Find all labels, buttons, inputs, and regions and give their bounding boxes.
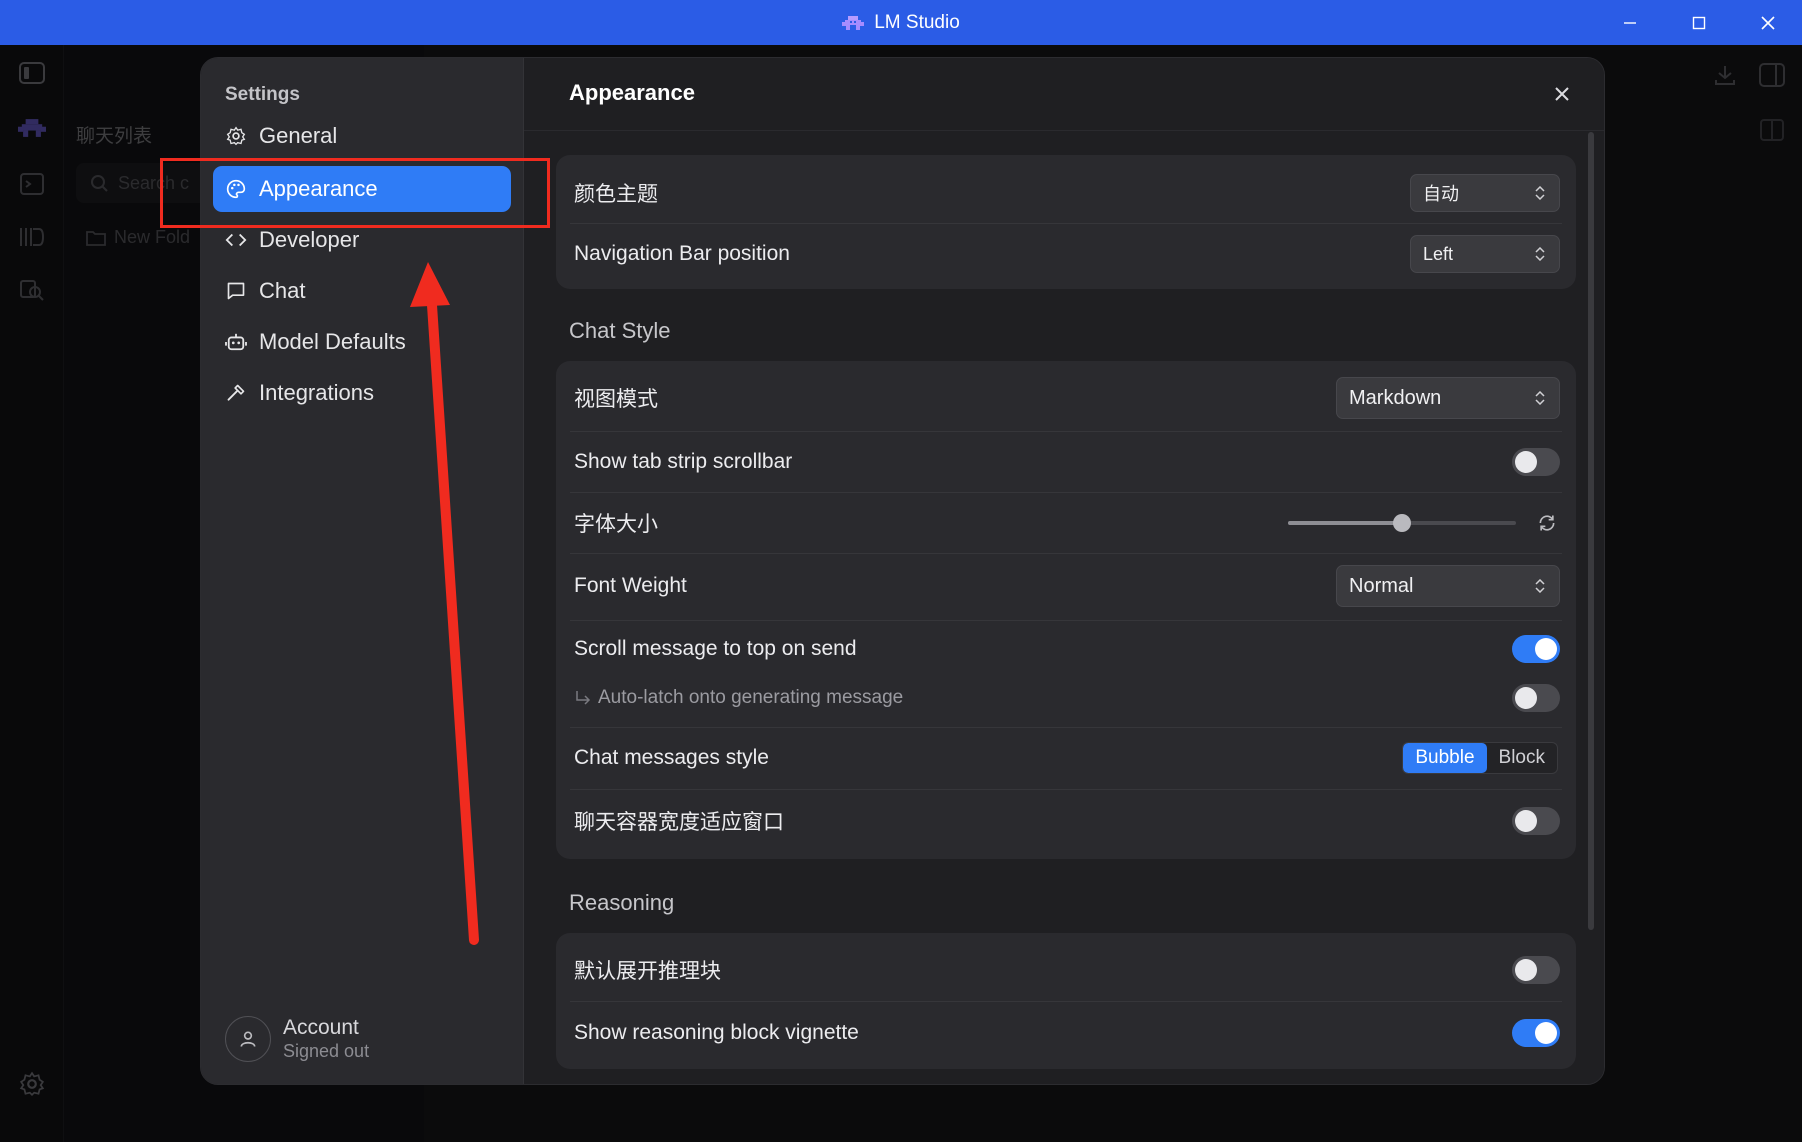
vignette-label: Show reasoning block vignette <box>574 1021 859 1044</box>
reasoning-card: 默认展开推理块 Show reasoning block vignette <box>556 933 1576 1069</box>
messages-style-segmented: Bubble Block <box>1402 742 1558 774</box>
nav-chat[interactable]: Chat <box>213 268 511 314</box>
maximize-button[interactable] <box>1664 0 1733 45</box>
nav-integrations-label: Integrations <box>259 380 374 405</box>
chevron-updown-icon <box>1535 186 1545 200</box>
auto-latch-toggle[interactable] <box>1512 684 1560 712</box>
robot-icon <box>225 331 247 353</box>
gear-icon <box>225 125 247 147</box>
minimize-icon <box>1623 21 1636 24</box>
app-title-text: LM Studio <box>874 11 960 33</box>
reset-icon <box>1539 515 1555 531</box>
nav-model-defaults-label: Model Defaults <box>259 329 406 354</box>
chevron-updown-icon <box>1535 391 1545 405</box>
reset-font-size-button[interactable] <box>1534 510 1560 536</box>
settings-title: Settings <box>225 84 300 105</box>
theme-card: 颜色主题 自动 Navigation Bar position Left <box>556 155 1576 289</box>
vignette-row: Show reasoning block vignette <box>556 1002 1576 1064</box>
account-button[interactable]: Account Signed out <box>225 1016 369 1062</box>
view-mode-select[interactable]: Markdown <box>1336 377 1560 419</box>
tab-strip-scrollbar-toggle[interactable] <box>1512 448 1560 476</box>
close-icon <box>1760 15 1775 30</box>
nav-bar-position-row: Navigation Bar position Left <box>556 224 1576 284</box>
scroll-to-top-row: Scroll message to top on send <box>556 621 1576 677</box>
scrollbar[interactable] <box>1588 132 1594 930</box>
nav-general[interactable]: General <box>213 113 511 159</box>
nav-chat-label: Chat <box>259 278 306 303</box>
font-size-row: 字体大小 <box>556 493 1576 553</box>
chat-bubble-icon <box>225 280 247 302</box>
user-icon <box>240 1031 256 1047</box>
chevron-updown-icon <box>1535 579 1545 593</box>
account-name: Account <box>283 1016 359 1039</box>
view-mode-row: 视图模式 Markdown <box>556 367 1576 429</box>
nav-bar-position-label: Navigation Bar position <box>574 242 790 265</box>
close-window-button[interactable] <box>1733 0 1802 45</box>
font-weight-value: Normal <box>1349 574 1414 597</box>
nav-model-defaults[interactable]: Model Defaults <box>213 319 511 365</box>
chevron-updown-icon <box>1535 247 1545 261</box>
nav-bar-position-select[interactable]: Left <box>1410 235 1560 273</box>
expand-reasoning-toggle[interactable] <box>1512 956 1560 984</box>
font-weight-label: Font Weight <box>574 574 687 597</box>
color-theme-label: 颜色主题 <box>574 183 658 206</box>
block-option[interactable]: Block <box>1487 743 1557 773</box>
vignette-toggle[interactable] <box>1512 1019 1560 1047</box>
panel-title: Appearance <box>569 80 695 105</box>
chat-style-heading: Chat Style <box>569 318 671 343</box>
auto-latch-label: Auto-latch onto generating message <box>598 687 904 708</box>
expand-reasoning-label: 默认展开推理块 <box>574 960 721 983</box>
minimize-button[interactable] <box>1595 0 1664 45</box>
color-theme-row: 颜色主题 自动 <box>556 163 1576 223</box>
auto-latch-row: Auto-latch onto generating message <box>556 675 1576 721</box>
font-size-label: 字体大小 <box>574 513 658 536</box>
window-title: LM Studio <box>842 12 960 34</box>
color-theme-value: 自动 <box>1423 184 1459 204</box>
close-icon <box>1555 87 1569 101</box>
scroll-to-top-label: Scroll message to top on send <box>574 637 857 660</box>
fit-width-row: 聊天容器宽度适应窗口 <box>556 790 1576 852</box>
annotation-highlight-box <box>160 158 550 228</box>
scroll-to-top-toggle[interactable] <box>1512 635 1560 663</box>
expand-reasoning-row: 默认展开推理块 <box>556 939 1576 1001</box>
account-status: Signed out <box>283 1041 370 1061</box>
view-mode-value: Markdown <box>1349 386 1442 409</box>
header-divider <box>524 130 1604 131</box>
font-weight-row: Font Weight Normal <box>556 554 1576 618</box>
tab-strip-scrollbar-row: Show tab strip scrollbar <box>556 432 1576 492</box>
messages-style-label: Chat messages style <box>574 746 769 769</box>
lm-studio-logo-icon <box>842 15 865 30</box>
appearance-panel: Appearance 颜色主题 自动 Navigation Bar positi… <box>524 58 1604 1084</box>
font-weight-select[interactable]: Normal <box>1336 565 1560 607</box>
title-bar: LM Studio <box>0 0 1802 45</box>
bubble-option[interactable]: Bubble <box>1403 743 1487 773</box>
nav-integrations[interactable]: Integrations <box>213 370 511 416</box>
view-mode-label: 视图模式 <box>574 388 658 411</box>
chat-style-card: 视图模式 Markdown Show tab strip scrollbar 字… <box>556 361 1576 859</box>
color-theme-select[interactable]: 自动 <box>1410 174 1560 212</box>
font-size-slider[interactable] <box>1288 512 1516 534</box>
tab-strip-scrollbar-label: Show tab strip scrollbar <box>574 450 793 473</box>
maximize-icon <box>1692 16 1705 29</box>
nav-developer-label: Developer <box>259 227 360 252</box>
reasoning-heading: Reasoning <box>569 890 675 915</box>
avatar <box>225 1016 271 1062</box>
slider-thumb[interactable] <box>1393 514 1411 532</box>
close-settings-button[interactable] <box>1548 80 1576 108</box>
nav-general-label: General <box>259 123 338 148</box>
fit-width-label: 聊天容器宽度适应窗口 <box>574 811 784 834</box>
hammer-icon <box>225 382 247 404</box>
code-icon <box>225 229 247 251</box>
nav-bar-position-value: Left <box>1423 243 1454 264</box>
fit-width-toggle[interactable] <box>1512 807 1560 835</box>
sub-arrow-icon <box>576 691 591 705</box>
messages-style-row: Chat messages style Bubble Block <box>556 728 1576 788</box>
